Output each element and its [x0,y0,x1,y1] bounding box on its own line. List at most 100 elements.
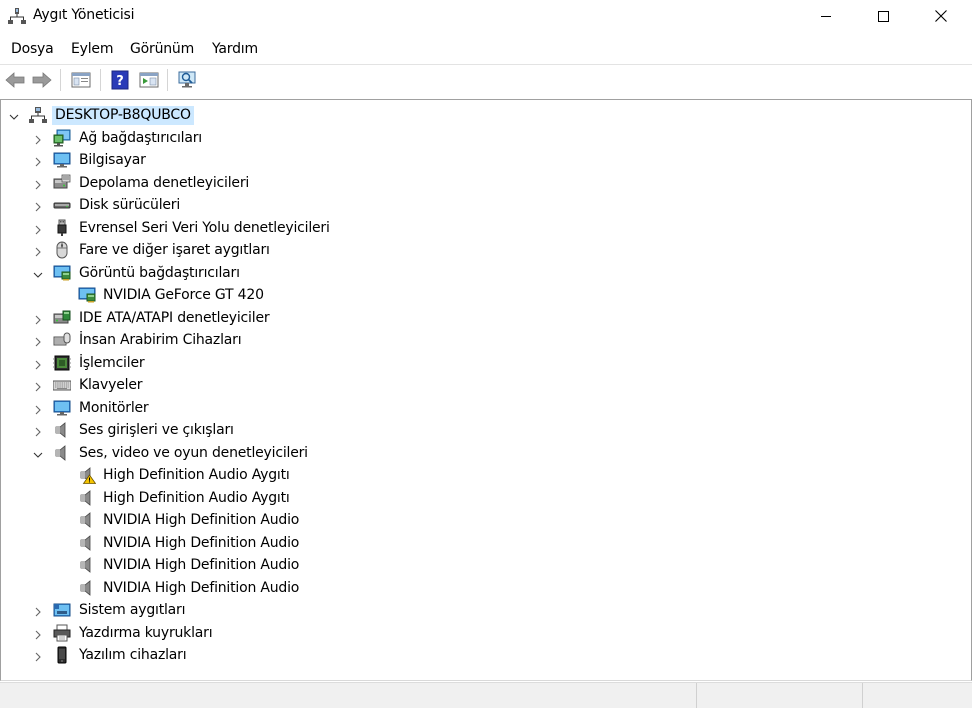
tree-device-high-definition-audio-aygiti-1[interactable]: High Definition Audio Aygıtı [1,487,971,509]
tree-item-label: High Definition Audio Aygıtı [103,467,290,483]
maximize-button[interactable] [854,0,912,32]
back-arrow-icon [5,72,25,88]
tree-device-nvidia-geforce-gt-420-0[interactable]: NVIDIA GeForce GT 420 [1,284,971,306]
expand-chevron-icon[interactable] [33,178,43,189]
show-hide-console-tree-button[interactable] [69,68,93,92]
tree-category-fare-ve-diger-isaret-aygitlari-5[interactable]: Fare ve diğer işaret aygıtları [1,239,971,261]
ide-controller-icon [53,309,71,327]
expand-chevron-icon[interactable] [33,313,43,324]
mouse-icon [53,241,71,259]
tree-device-nvidia-high-definition-audio-3[interactable]: NVIDIA High Definition Audio [1,532,971,554]
expand-chevron-icon[interactable] [33,245,43,257]
tree-item-label: Ses girişleri ve çıkışları [79,422,234,438]
expand-chevron-icon[interactable] [33,200,43,212]
minimize-icon [821,16,831,17]
monitor-icon [53,399,71,417]
expand-chevron-icon[interactable] [33,650,43,662]
processor-icon [53,354,71,372]
expand-chevron-icon[interactable] [33,380,43,392]
system-devices-icon [53,601,71,619]
tree-item-label: High Definition Audio Aygıtı [103,489,290,506]
tree-category-yazilim-cihazlari-16[interactable]: Yazılım cihazları [1,644,971,666]
scan-hardware-button[interactable] [176,68,200,92]
expand-chevron-icon[interactable] [33,155,43,167]
tree-device-nvidia-high-definition-audio-2[interactable]: NVIDIA High Definition Audio [1,509,971,531]
tree-category-disk-suruculeri-3[interactable]: Disk sürücüleri [1,194,971,216]
status-bar-separator [862,683,863,708]
usb-icon [53,219,71,237]
tree-category-ses-girisleri-ve-cikislari-12[interactable]: Ses girişleri ve çıkışları [1,419,971,441]
tree-category-bilgisayar-1[interactable]: Bilgisayar [1,149,971,171]
tree-category-ide-ata-atapi-denetleyiciler-7[interactable]: IDE ATA/ATAPI denetleyiciler [1,307,971,329]
window-title: Aygıt Yöneticisi [33,7,135,23]
expand-chevron-icon[interactable] [33,133,43,144]
device-manager-icon [8,7,26,25]
computer-root-icon [29,106,47,124]
tree-device-nvidia-high-definition-audio-4[interactable]: NVIDIA High Definition Audio [1,554,971,576]
tree-item-label: Ağ bağdaştırıcıları [79,129,202,146]
speaker-warning-icon [78,466,97,484]
printer-icon [53,624,71,642]
tree-item-label: Monitörler [79,399,149,416]
menu-dosya[interactable]: Dosya [10,41,55,57]
hid-icon [53,331,71,349]
tree-category-ses-video-ve-oyun-denetleyicileri-13[interactable]: Ses, video ve oyun denetleyicileri [1,442,971,464]
expand-chevron-icon[interactable] [33,605,43,617]
menu-eylem[interactable]: Eylem [70,41,114,57]
tree-category-insan-arabirim-cihazlari-8[interactable]: İnsan Arabirim Cihazları [1,329,971,351]
tree-item-label: Görüntü bağdaştırıcıları [79,264,240,281]
expand-chevron-icon[interactable] [33,358,43,369]
toolbar: ? [0,64,972,94]
tree-item-label: Bilgisayar [79,152,146,168]
tree-category-ag-bagdastiricilari-0[interactable]: Ağ bağdaştırıcıları [1,127,971,149]
tree-item-label: Fare ve diğer işaret aygıtları [79,242,270,258]
expand-chevron-icon[interactable] [33,403,43,414]
tree-device-high-definition-audio-aygiti-0[interactable]: High Definition Audio Aygıtı [1,464,971,486]
collapse-chevron-icon[interactable] [9,110,19,120]
action-pane-button[interactable] [137,68,161,92]
expand-chevron-icon[interactable] [33,425,43,437]
tree-item-label: İşlemciler [79,354,145,371]
tree-category-yazdirma-kuyruklari-15[interactable]: Yazdırma kuyrukları [1,622,971,644]
expand-chevron-icon[interactable] [33,223,43,234]
forward-arrow-icon [32,72,52,88]
tree-category-monitorler-11[interactable]: Monitörler [1,397,971,419]
menu-bar: Dosya Eylem Görünüm Yardım [0,38,972,62]
collapse-chevron-icon[interactable] [33,268,43,278]
expand-chevron-icon[interactable] [33,628,43,639]
status-bar-separator [696,683,697,708]
back-button[interactable] [3,68,27,92]
tree-category-evrensel-seri-veri-yolu-denetleyicileri-4[interactable]: Evrensel Seri Veri Yolu denetleyicileri [1,217,971,239]
forward-button[interactable] [30,68,54,92]
tree-item-label: Yazılım cihazları [79,647,187,663]
menu-yardim[interactable]: Yardım [211,41,259,57]
tree-item-label: Disk sürücüleri [79,197,181,213]
device-tree[interactable]: DESKTOP-B8QUBCO Ağ bağdaştırıcıları Bilgis… [0,99,972,681]
minimize-button[interactable] [797,0,855,32]
collapse-chevron-icon[interactable] [33,448,43,458]
tree-category-klavyeler-10[interactable]: Klavyeler [1,374,971,396]
tree-item-label: İnsan Arabirim Cihazları [79,332,242,348]
help-icon: ? [111,70,129,90]
software-device-icon [53,646,71,664]
speaker-icon [53,421,71,439]
tree-category-goruntu-bagdastiricilari-6[interactable]: Görüntü bağdaştırıcıları [1,262,971,284]
status-bar [0,682,972,708]
tree-device-nvidia-high-definition-audio-5[interactable]: NVIDIA High Definition Audio [1,577,971,599]
speaker-icon [78,534,96,552]
close-icon [935,10,947,22]
speaker-icon [78,511,96,529]
tree-category-sistem-aygitlari-14[interactable]: Sistem aygıtları [1,599,971,621]
tree-root-computer[interactable]: DESKTOP-B8QUBCO [1,104,971,126]
network-adapter-icon [53,129,71,147]
close-button[interactable] [912,0,970,32]
help-button[interactable]: ? [108,68,132,92]
expand-chevron-icon[interactable] [33,335,43,347]
disk-drive-icon [53,196,71,214]
tree-item-label: NVIDIA High Definition Audio [103,557,300,573]
computer-icon [53,151,71,169]
tree-category-depolama-denetleyicileri-2[interactable]: Depolama denetleyicileri [1,172,971,194]
tree-category-islemciler-9[interactable]: İşlemciler [1,352,971,374]
menu-gorunum[interactable]: Görünüm [129,41,195,57]
toolbar-separator [167,69,168,91]
